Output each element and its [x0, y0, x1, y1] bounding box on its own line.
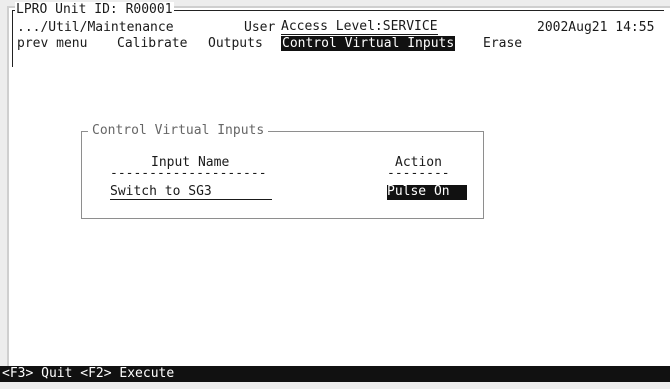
menu-outputs[interactable]: Outputs	[208, 36, 263, 51]
datetime: 2002Aug21 14:55	[537, 20, 655, 35]
breadcrumb-path: .../Util/Maintenance	[17, 20, 174, 35]
column-rule-input-name: --------------------	[110, 166, 267, 181]
input-name-cell[interactable]: Switch to SG3	[110, 185, 272, 200]
menu-erase[interactable]: Erase	[483, 36, 522, 51]
unit-id-label: LPRO Unit ID: R00001	[15, 2, 174, 17]
bottom-strip	[0, 382, 670, 389]
user-label: User	[244, 20, 276, 35]
action-field[interactable]: Pulse On	[387, 185, 467, 200]
function-key-bar: <F3> Quit <F2> Execute	[0, 366, 670, 382]
group-title: Control Virtual Inputs	[88, 123, 269, 138]
column-rule-action: --------	[387, 166, 450, 181]
menu-calibrate[interactable]: Calibrate	[117, 36, 187, 51]
menu-control-virtual-inputs[interactable]: Control Virtual Inputs	[281, 36, 456, 51]
menu-prev-menu[interactable]: prev menu	[17, 36, 87, 51]
access-level: Access Level:SERVICE	[281, 19, 438, 35]
